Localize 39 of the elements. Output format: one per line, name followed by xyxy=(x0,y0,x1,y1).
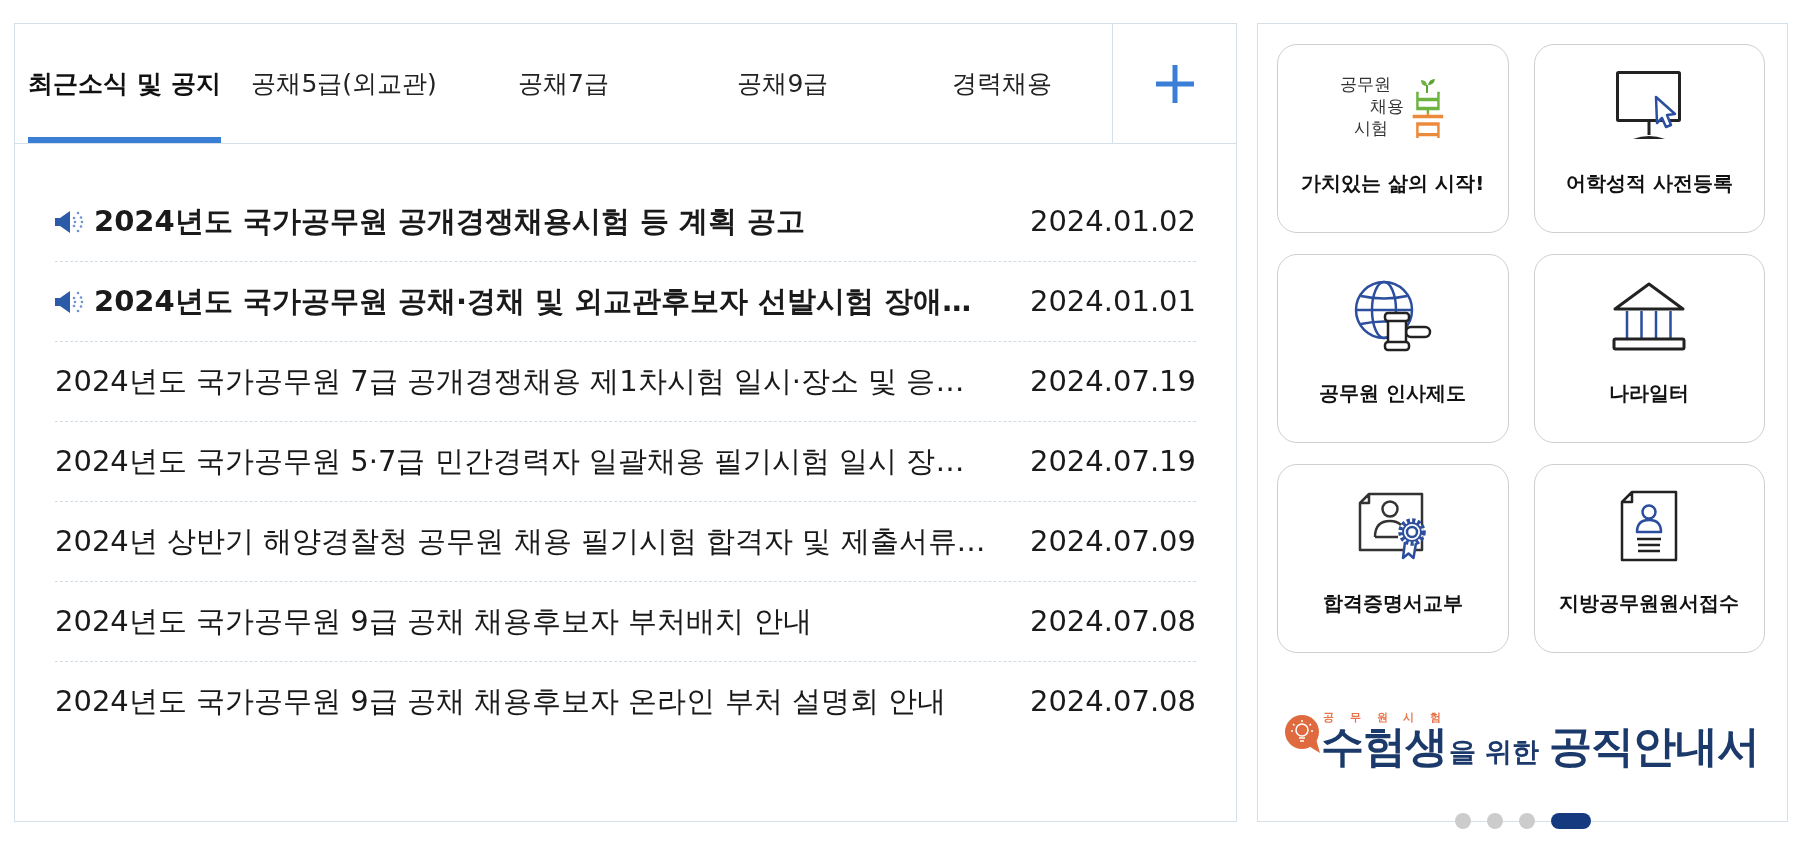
tab[interactable]: 공채5급(외교관) xyxy=(251,24,437,143)
megaphone-icon xyxy=(55,289,84,314)
logo-text: 시험 xyxy=(1353,117,1389,139)
quick-link-card[interactable]: 나라일터 xyxy=(1533,254,1765,443)
notice-date: 2024.07.08 xyxy=(1029,683,1196,721)
certificate-icon xyxy=(1357,492,1428,560)
quick-link-card[interactable]: 어학성적 사전등록 xyxy=(1533,44,1765,233)
notice-title[interactable]: 2024년도 국가공무원 공채·경채 및 외교관후보자 선발시험 장애… xyxy=(94,279,972,324)
tab[interactable]: 공채9급 xyxy=(737,24,829,143)
lightbulb-bubble-icon xyxy=(1285,715,1321,753)
notice-title[interactable]: 2024년도 국가공무원 5·7급 민간경력자 일괄채용 필기시험 일시 장… xyxy=(55,439,965,484)
notice-title[interactable]: 2024년도 국가공무원 9급 공채 채용후보자 부처배치 안내 xyxy=(55,599,812,644)
globe-gavel-icon xyxy=(1353,280,1432,352)
notice-date: 2024.01.01 xyxy=(1029,282,1196,320)
notice-title[interactable]: 2024년 상반기 해양경찰청 공무원 채용 필기시험 합격자 및 제출서류… xyxy=(55,519,986,564)
banner-kicker: 공 무 원 시 험 xyxy=(1322,711,1449,724)
notice-title[interactable]: 2024년도 국가공무원 7급 공개경쟁채용 제1차시험 일시·장소 및 응… xyxy=(55,359,965,404)
quick-link-card[interactable]: 공무원 인사제도 xyxy=(1277,254,1509,443)
document-person-icon xyxy=(1620,490,1679,562)
logo-text: 채용 xyxy=(1369,95,1404,117)
quick-link-card[interactable]: 지방공무원원서접수 xyxy=(1533,464,1765,653)
plus-icon xyxy=(1155,64,1194,103)
sprout-icon xyxy=(1419,79,1436,93)
tab[interactable]: 공채7급 xyxy=(518,24,609,143)
notice-title[interactable]: 2024년도 국가공무원 공개경쟁채용시험 등 계획 공고 xyxy=(94,199,806,244)
banner-title[interactable]: 수험생 을 위한 공직안내서 xyxy=(1321,724,1760,774)
notice-date: 2024.07.09 xyxy=(1029,522,1196,560)
notice-date: 2024.07.19 xyxy=(1029,362,1196,400)
notice-title[interactable]: 2024년도 국가공무원 9급 공채 채용후보자 온라인 부처 설명회 안내 xyxy=(55,680,946,724)
logo-text: 공무원 xyxy=(1339,73,1392,95)
quick-link-card[interactable]: 합격증명서교부 xyxy=(1277,464,1509,653)
notice-date: 2024.07.19 xyxy=(1029,442,1196,480)
notice-date: 2024.01.02 xyxy=(1029,202,1196,240)
tab[interactable]: 최근소식 및 공지 xyxy=(28,24,221,143)
tab[interactable]: 경력채용 xyxy=(952,24,1053,143)
notice-date: 2024.07.08 xyxy=(1029,602,1196,640)
megaphone-icon xyxy=(55,209,84,234)
monitor-cursor-icon xyxy=(1616,71,1683,141)
bank-building-icon xyxy=(1611,281,1688,351)
